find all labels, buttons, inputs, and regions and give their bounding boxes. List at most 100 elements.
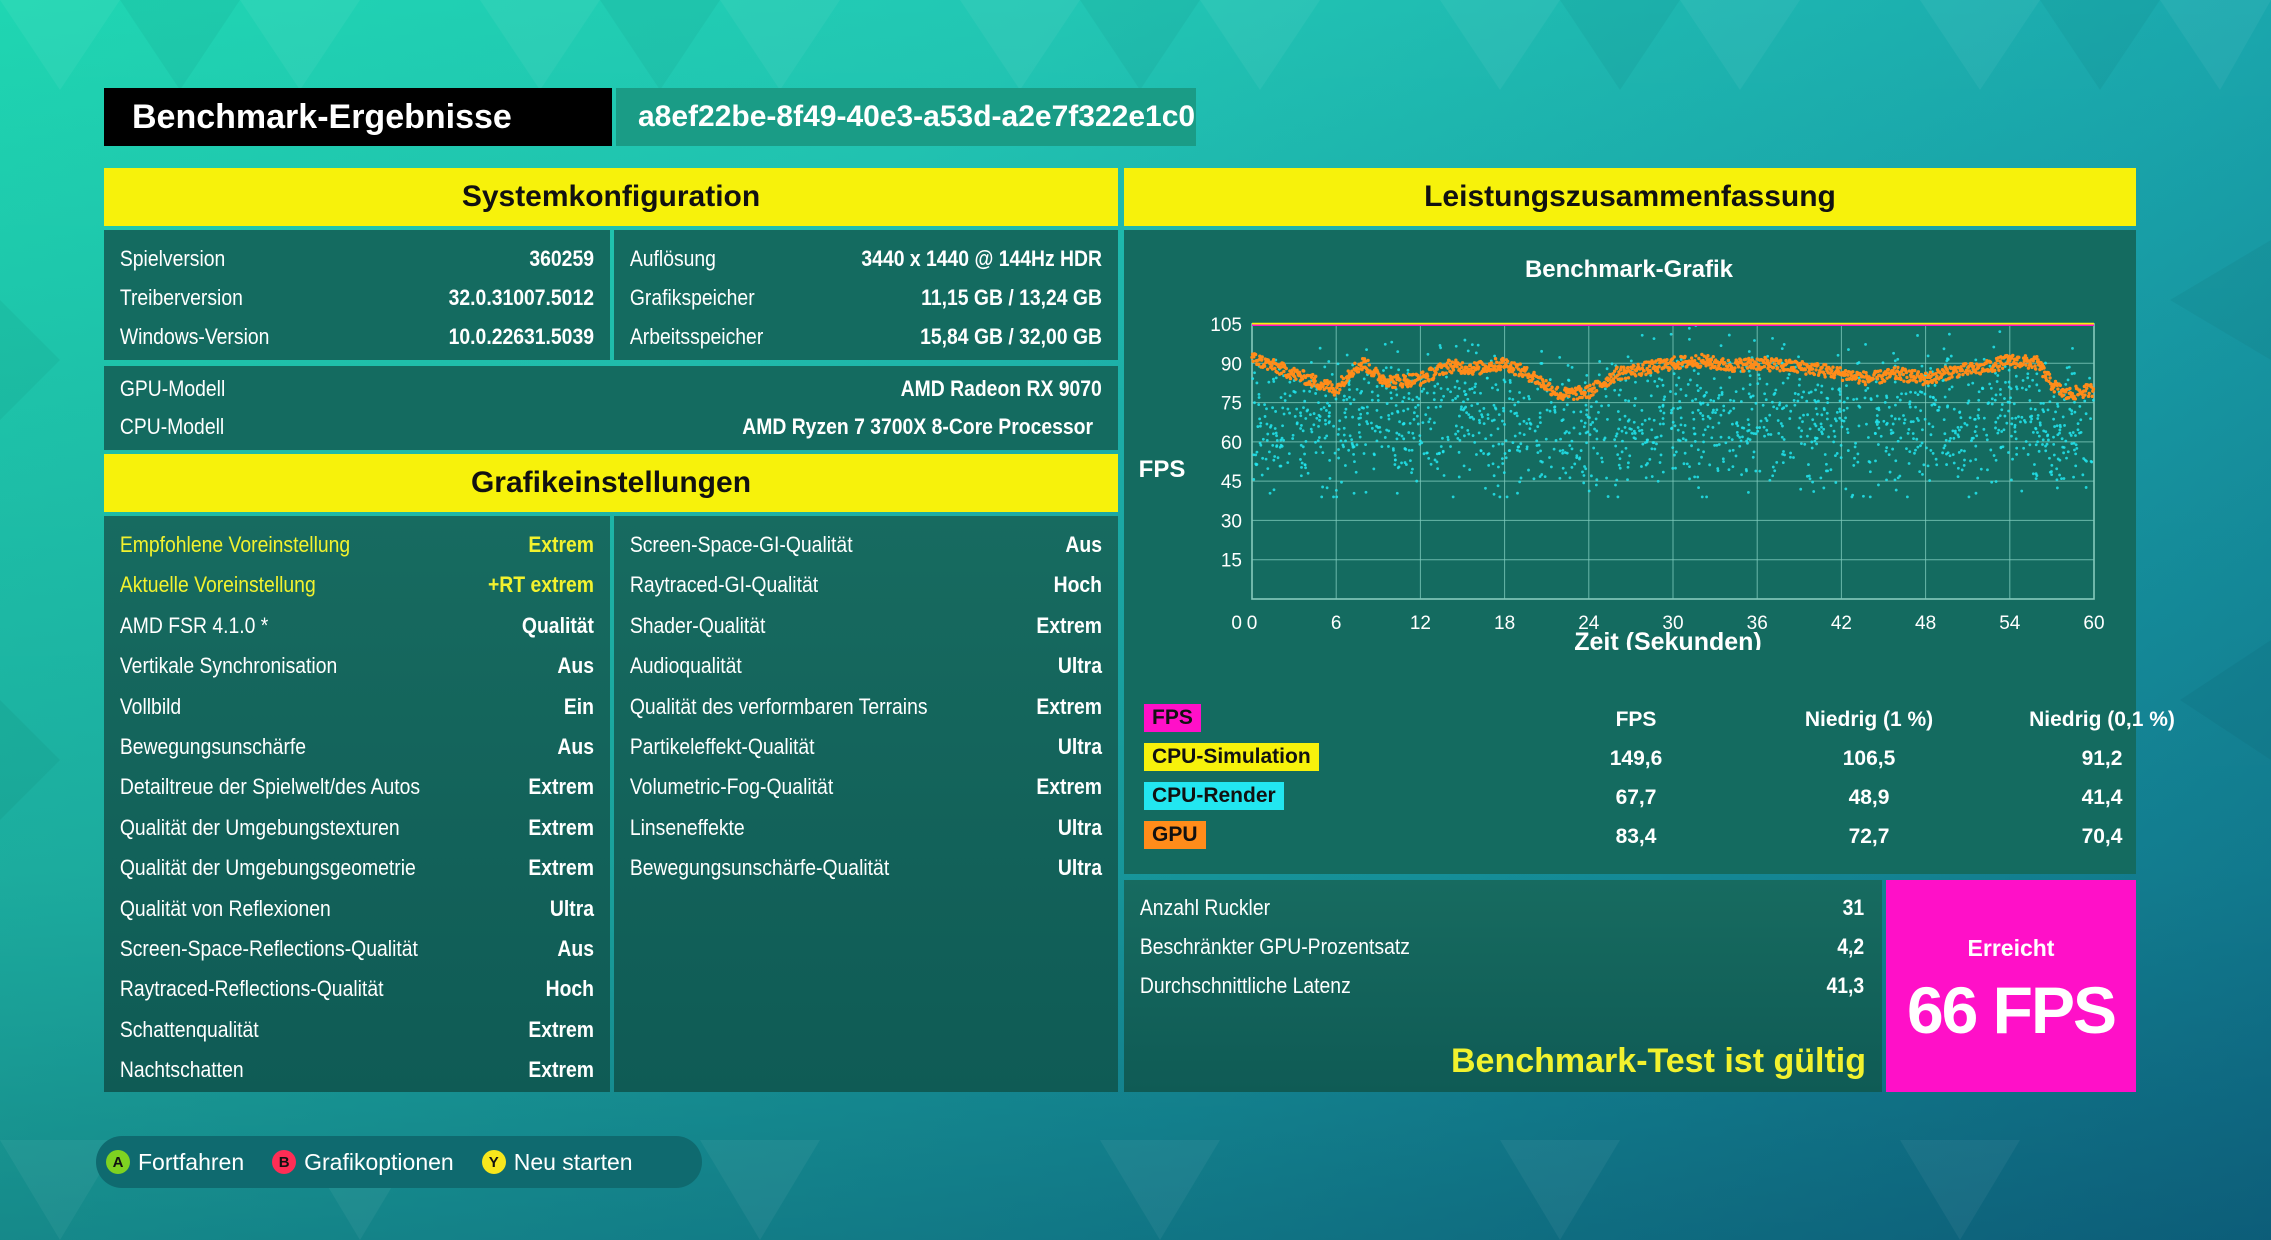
cpu-render-point [1254, 463, 1258, 467]
cpu-render-point [1715, 443, 1719, 447]
cpu-render-point [1684, 438, 1688, 442]
gpu-point [2042, 366, 2046, 370]
cpu-render-point [1504, 439, 1508, 443]
cpu-render-point [1626, 355, 1630, 359]
cpu-render-point [1936, 408, 1940, 412]
cpu-render-point [2003, 397, 2006, 400]
cpu-render-point [1632, 436, 1636, 440]
cpu-render-point [1823, 453, 1827, 456]
cpu-render-point [1463, 381, 1467, 385]
system-row: Treiberversion 32.0.31007.5012 [119, 285, 594, 310]
gpu-point [1901, 372, 1906, 377]
gpu-point [1353, 361, 1357, 365]
cpu-render-point [1948, 439, 1951, 443]
cpu-render-point [1456, 429, 1460, 433]
cpu-render-point [1885, 422, 1888, 426]
cpu-render-point [1449, 445, 1452, 448]
cpu-render-point [1847, 348, 1850, 351]
gpu-point [1672, 355, 1676, 359]
graphics-settings-header: Grafikeinstellungen [104, 454, 1118, 512]
gpu-point [1803, 368, 1808, 372]
cpu-render-point [1352, 398, 1356, 402]
gpu-point [1427, 379, 1431, 383]
cpu-render-point [1932, 402, 1936, 406]
cpu-render-point [1999, 388, 2002, 391]
cpu-render-point [1589, 423, 1593, 426]
cpu-render-point [1952, 407, 1956, 411]
cpu-render-point [1913, 391, 1917, 395]
cpu-render-point [1634, 380, 1637, 384]
cpu-render-point [1395, 393, 1399, 397]
cpu-render-point [1787, 373, 1791, 376]
cpu-render-point [1293, 414, 1297, 418]
gpu-point [2024, 363, 2028, 367]
cpu-render-point [1598, 360, 1602, 363]
cpu-render-point [1977, 398, 1981, 402]
setting-label: Partikeleffekt-Qualität [629, 734, 815, 759]
cpu-render-point [1602, 438, 1606, 442]
cpu-render-point [1324, 409, 1328, 412]
cpu-render-point [1899, 436, 1903, 440]
graphics-left-panel: Empfohlene Voreinstellung Extrem Aktuelle … [104, 516, 610, 1092]
cpu-render-point [1697, 486, 1700, 490]
cpu-render-point [1644, 476, 1648, 480]
graphics-options-button[interactable]: B Grafikoptionen [272, 1149, 454, 1176]
cpu-render-point [1734, 454, 1738, 458]
cpu-render-point [1301, 445, 1305, 449]
cpu-render-point [1407, 448, 1411, 452]
cpu-render-point [1558, 476, 1562, 480]
cpu-render-point [1565, 403, 1569, 407]
cpu-render-point [1813, 439, 1817, 443]
gpu-point [1377, 372, 1381, 377]
cpu-render-point [1928, 479, 1932, 482]
gpu-point [1313, 379, 1317, 383]
cpu-render-point [1344, 464, 1347, 467]
restart-button[interactable]: Y Neu starten [481, 1149, 633, 1176]
gpu-point [1943, 371, 1947, 375]
cpu-render-point [1484, 486, 1487, 490]
cpu-render-point [1896, 357, 1900, 361]
continue-button[interactable]: A Fortfahren [106, 1149, 244, 1176]
cpu-render-point [1678, 439, 1682, 443]
cpu-render-point [1661, 403, 1665, 407]
cpu-render-point [1467, 432, 1471, 436]
cpu-render-point [1903, 418, 1907, 422]
achieved-value: 66 FPS [1906, 973, 2117, 1047]
cpu-render-point [1578, 432, 1582, 436]
cpu-render-point [1948, 454, 1952, 458]
cpu-render-point [1931, 452, 1935, 455]
cpu-render-point [1552, 447, 1556, 451]
cpu-render-point [1761, 403, 1765, 407]
cpu-render-point [1528, 427, 1532, 431]
gpu-point [2052, 390, 2057, 394]
cpu-render-point [1836, 353, 1840, 357]
cpu-render-point [1814, 388, 1817, 392]
cpu-render-point [1934, 457, 1938, 461]
gpu-point [1726, 358, 1731, 363]
gpu-point [1623, 376, 1628, 380]
gpu-point [1634, 374, 1638, 378]
cpu-render-point [1570, 465, 1574, 469]
cpu-render-point [1676, 407, 1680, 410]
cpu-render-point [1370, 398, 1374, 402]
cpu-render-point [1674, 466, 1677, 470]
cpu-render-point [1400, 434, 1404, 438]
cpu-render-point [2047, 438, 2050, 442]
gpu-point [1846, 373, 1850, 377]
gpu-point [1632, 364, 1636, 368]
gpu-point [1294, 377, 1298, 381]
cpu-render-point [2058, 428, 2062, 432]
cpu-render-point [2062, 446, 2066, 449]
cpu-render-point [1390, 396, 1393, 400]
cpu-render-point [1358, 435, 1362, 439]
cpu-render-point [1595, 437, 1599, 441]
cpu-render-point [1838, 416, 1842, 420]
cpu-render-point [1696, 448, 1700, 452]
cpu-render-point [2050, 463, 2054, 467]
x-tick-label: 30 [1662, 613, 1683, 634]
cpu-render-point [1856, 460, 1860, 464]
gpu-point [2056, 387, 2060, 391]
cpu-render-point [1553, 405, 1556, 409]
cpu-render-point [1833, 435, 1837, 438]
system-config-header: Systemkonfiguration [104, 168, 1118, 226]
